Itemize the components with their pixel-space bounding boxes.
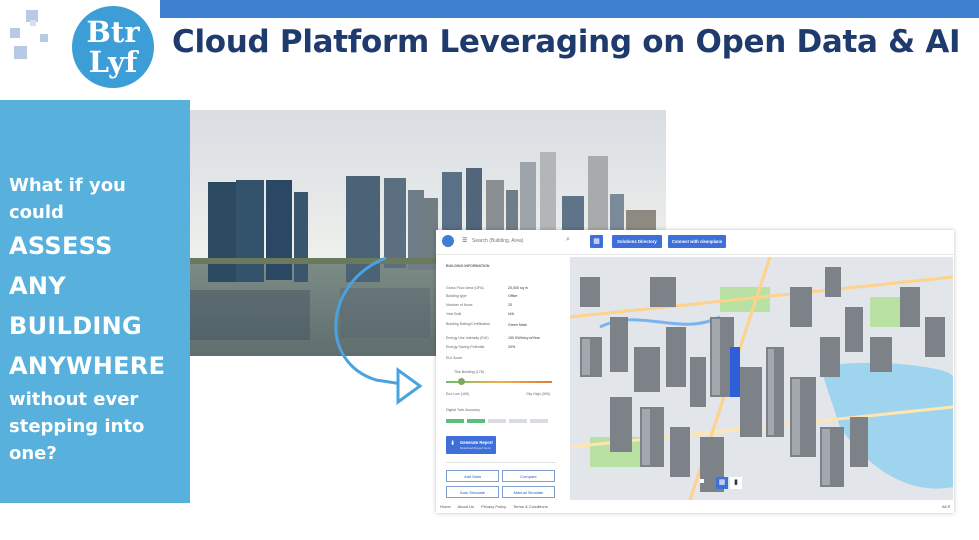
left-line: without ever xyxy=(9,389,139,410)
auto-simulate-button[interactable]: Auto Simulate xyxy=(446,486,499,498)
search-input[interactable]: Search (Building, Area) xyxy=(472,238,523,244)
layers-icon[interactable]: ☰ xyxy=(462,237,467,244)
left-panel-text: What if you could ASSESS ANY BUILDING AN… xyxy=(9,172,165,467)
logo-text-line1: Btr xyxy=(86,15,140,49)
accuracy-segment xyxy=(488,419,506,423)
field-label: Gross Floor Area (GFA) xyxy=(446,286,484,290)
map-3d-view-button[interactable]: ▦ xyxy=(716,477,728,489)
eui-score-label: EUI Score xyxy=(446,356,463,360)
field-label: Year Built xyxy=(446,312,462,316)
left-line: ANY xyxy=(9,272,66,300)
left-line: BUILDING xyxy=(9,312,143,340)
scale-high-label: City High (300) xyxy=(526,392,550,396)
slide-title: Cloud Platform Leveraging on Open Data &… xyxy=(172,24,961,60)
field-label: Building Rating/Certification xyxy=(446,322,491,326)
footer-right-text: All R xyxy=(942,504,951,509)
footer-link-terms[interactable]: Terms & Conditions xyxy=(513,504,548,509)
accuracy-segment xyxy=(467,419,485,423)
left-line: stepping into xyxy=(9,416,145,437)
footer-links: Home About Us Privacy Policy Terms & Con… xyxy=(440,504,554,509)
decor-square xyxy=(10,28,20,38)
building-info-panel: BUILDING INFORMATION Gross Floor Area (G… xyxy=(436,256,568,502)
field-value: Green Mark xyxy=(508,323,527,327)
decor-square xyxy=(14,46,27,59)
left-line: one? xyxy=(9,443,57,464)
section-title: BUILDING INFORMATION xyxy=(446,264,490,268)
eui-scale-marker xyxy=(458,378,465,385)
left-line: ASSESS xyxy=(9,232,113,260)
manual-simulate-button[interactable]: Manual Simulate xyxy=(502,486,555,498)
connect-button[interactable]: Connect with cleanplans xyxy=(668,235,726,248)
scale-low-label: Eco Low (100) xyxy=(446,392,470,396)
generate-report-label: Generate Report xyxy=(460,440,493,445)
field-value: 20,000 sq m xyxy=(508,286,528,290)
app-header: ☰ Search (Building, Area) ⌕ ▦ Solutions … xyxy=(436,230,954,255)
map-layer-button[interactable]: ▮ xyxy=(730,477,742,489)
left-line: could xyxy=(9,202,64,223)
field-label: Energy Use Intensity (EUI) xyxy=(446,336,489,340)
footer-link-home[interactable]: Home xyxy=(440,504,451,509)
building-icon[interactable]: ▦ xyxy=(590,235,603,248)
compare-button[interactable]: Compare xyxy=(502,470,555,482)
generate-report-sub: Download Report Here xyxy=(460,446,491,450)
field-value: N/A xyxy=(508,312,514,316)
download-icon: ⬇ xyxy=(450,441,456,447)
panel-divider xyxy=(446,462,556,463)
decor-square xyxy=(30,20,36,26)
field-label: Energy Saving Potential xyxy=(446,345,485,349)
btrlyf-logo: Btr Lyf xyxy=(72,6,154,88)
field-label: Number of floors xyxy=(446,303,473,307)
decor-square xyxy=(40,34,48,42)
search-icon[interactable]: ⌕ xyxy=(566,236,570,244)
field-value: 20 xyxy=(508,303,512,307)
logo-text-line2: Lyf xyxy=(88,45,138,79)
left-line: ANYWHERE xyxy=(9,352,166,380)
generate-report-button[interactable]: ⬇ Generate Report Download Report Here xyxy=(446,436,496,454)
left-line: What if you xyxy=(9,175,126,196)
accuracy-segment xyxy=(509,419,527,423)
accuracy-segment xyxy=(446,419,464,423)
field-value: 20% xyxy=(508,345,516,349)
3d-city-map[interactable]: ▦ ▮ xyxy=(570,257,953,500)
footer-link-about[interactable]: About Us xyxy=(458,504,474,509)
field-value: Office xyxy=(508,294,518,298)
top-accent-bar xyxy=(160,0,979,18)
field-value: 150 KWh/sq m/Year xyxy=(508,336,540,340)
digital-twin-label: Digital Twin Accuracy xyxy=(446,408,480,412)
field-label: Building type xyxy=(446,294,467,298)
app-screenshot: ☰ Search (Building, Area) ⌕ ▦ Solutions … xyxy=(436,230,954,513)
solutions-directory-button[interactable]: Solutions Directory xyxy=(612,235,662,248)
accuracy-segment xyxy=(530,419,548,423)
curved-arrow xyxy=(316,252,428,421)
this-building-label: This Building (178) xyxy=(454,370,484,374)
add-data-button[interactable]: Add Data xyxy=(446,470,499,482)
footer-link-privacy[interactable]: Privacy Policy xyxy=(481,504,506,509)
app-logo xyxy=(442,235,454,247)
